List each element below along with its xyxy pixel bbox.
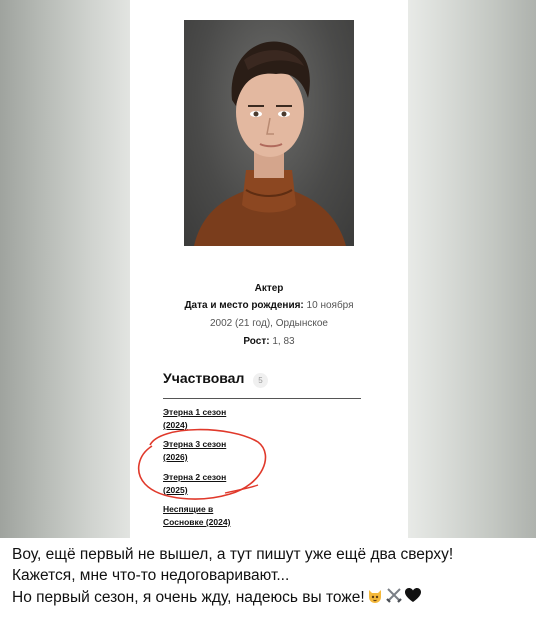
film-link[interactable]: Этерна 2 сезон (2025) — [163, 471, 273, 497]
black-heart-icon — [404, 586, 422, 610]
message-line-3: Но первый сезон, я очень жду, надеюсь вы… — [12, 586, 527, 610]
image-blur-right — [408, 0, 536, 538]
cat-face-icon — [366, 586, 384, 610]
film-link[interactable]: Этерна 3 сезон (2026) — [163, 438, 273, 464]
actor-profile-card: Актер Дата и место рождения: 10 ноября 2… — [130, 0, 408, 538]
birth-value-1: 10 ноября — [306, 300, 354, 311]
birth-info-2: 2002 (21 год), Ордынское — [160, 314, 378, 334]
birth-value-2: 2002 (21 год), Ордынское — [209, 318, 328, 329]
message-text: Воу, ещё первый не вышел, а тут пишут уж… — [12, 544, 527, 610]
birth-info: Дата и место рождения: 10 ноября — [160, 296, 378, 316]
height-info: Рост: 1, 83 — [160, 332, 378, 352]
film-link[interactable]: Неспящие в Сосновке (2024) — [163, 503, 273, 529]
height-value: 1, 83 — [272, 336, 295, 347]
role-label: Актер — [254, 283, 284, 294]
filmography-title: Участвовал — [163, 370, 245, 386]
message-line-2: Кажется, мне что-то недоговаривают... — [12, 567, 290, 584]
actor-portrait — [184, 20, 354, 246]
crossed-swords-icon — [385, 586, 403, 610]
filmography-count-badge: 5 — [253, 373, 268, 388]
divider — [163, 398, 361, 399]
birth-label: Дата и место рождения: — [184, 300, 304, 311]
message-line-1: Воу, ещё первый не вышел, а тут пишут уж… — [12, 546, 454, 563]
post-image[interactable]: Актер Дата и место рождения: 10 ноября 2… — [0, 0, 536, 538]
height-label: Рост: — [243, 336, 270, 347]
image-blur-left — [0, 0, 130, 538]
film-link[interactable]: Этерна 1 сезон (2024) — [163, 406, 273, 432]
